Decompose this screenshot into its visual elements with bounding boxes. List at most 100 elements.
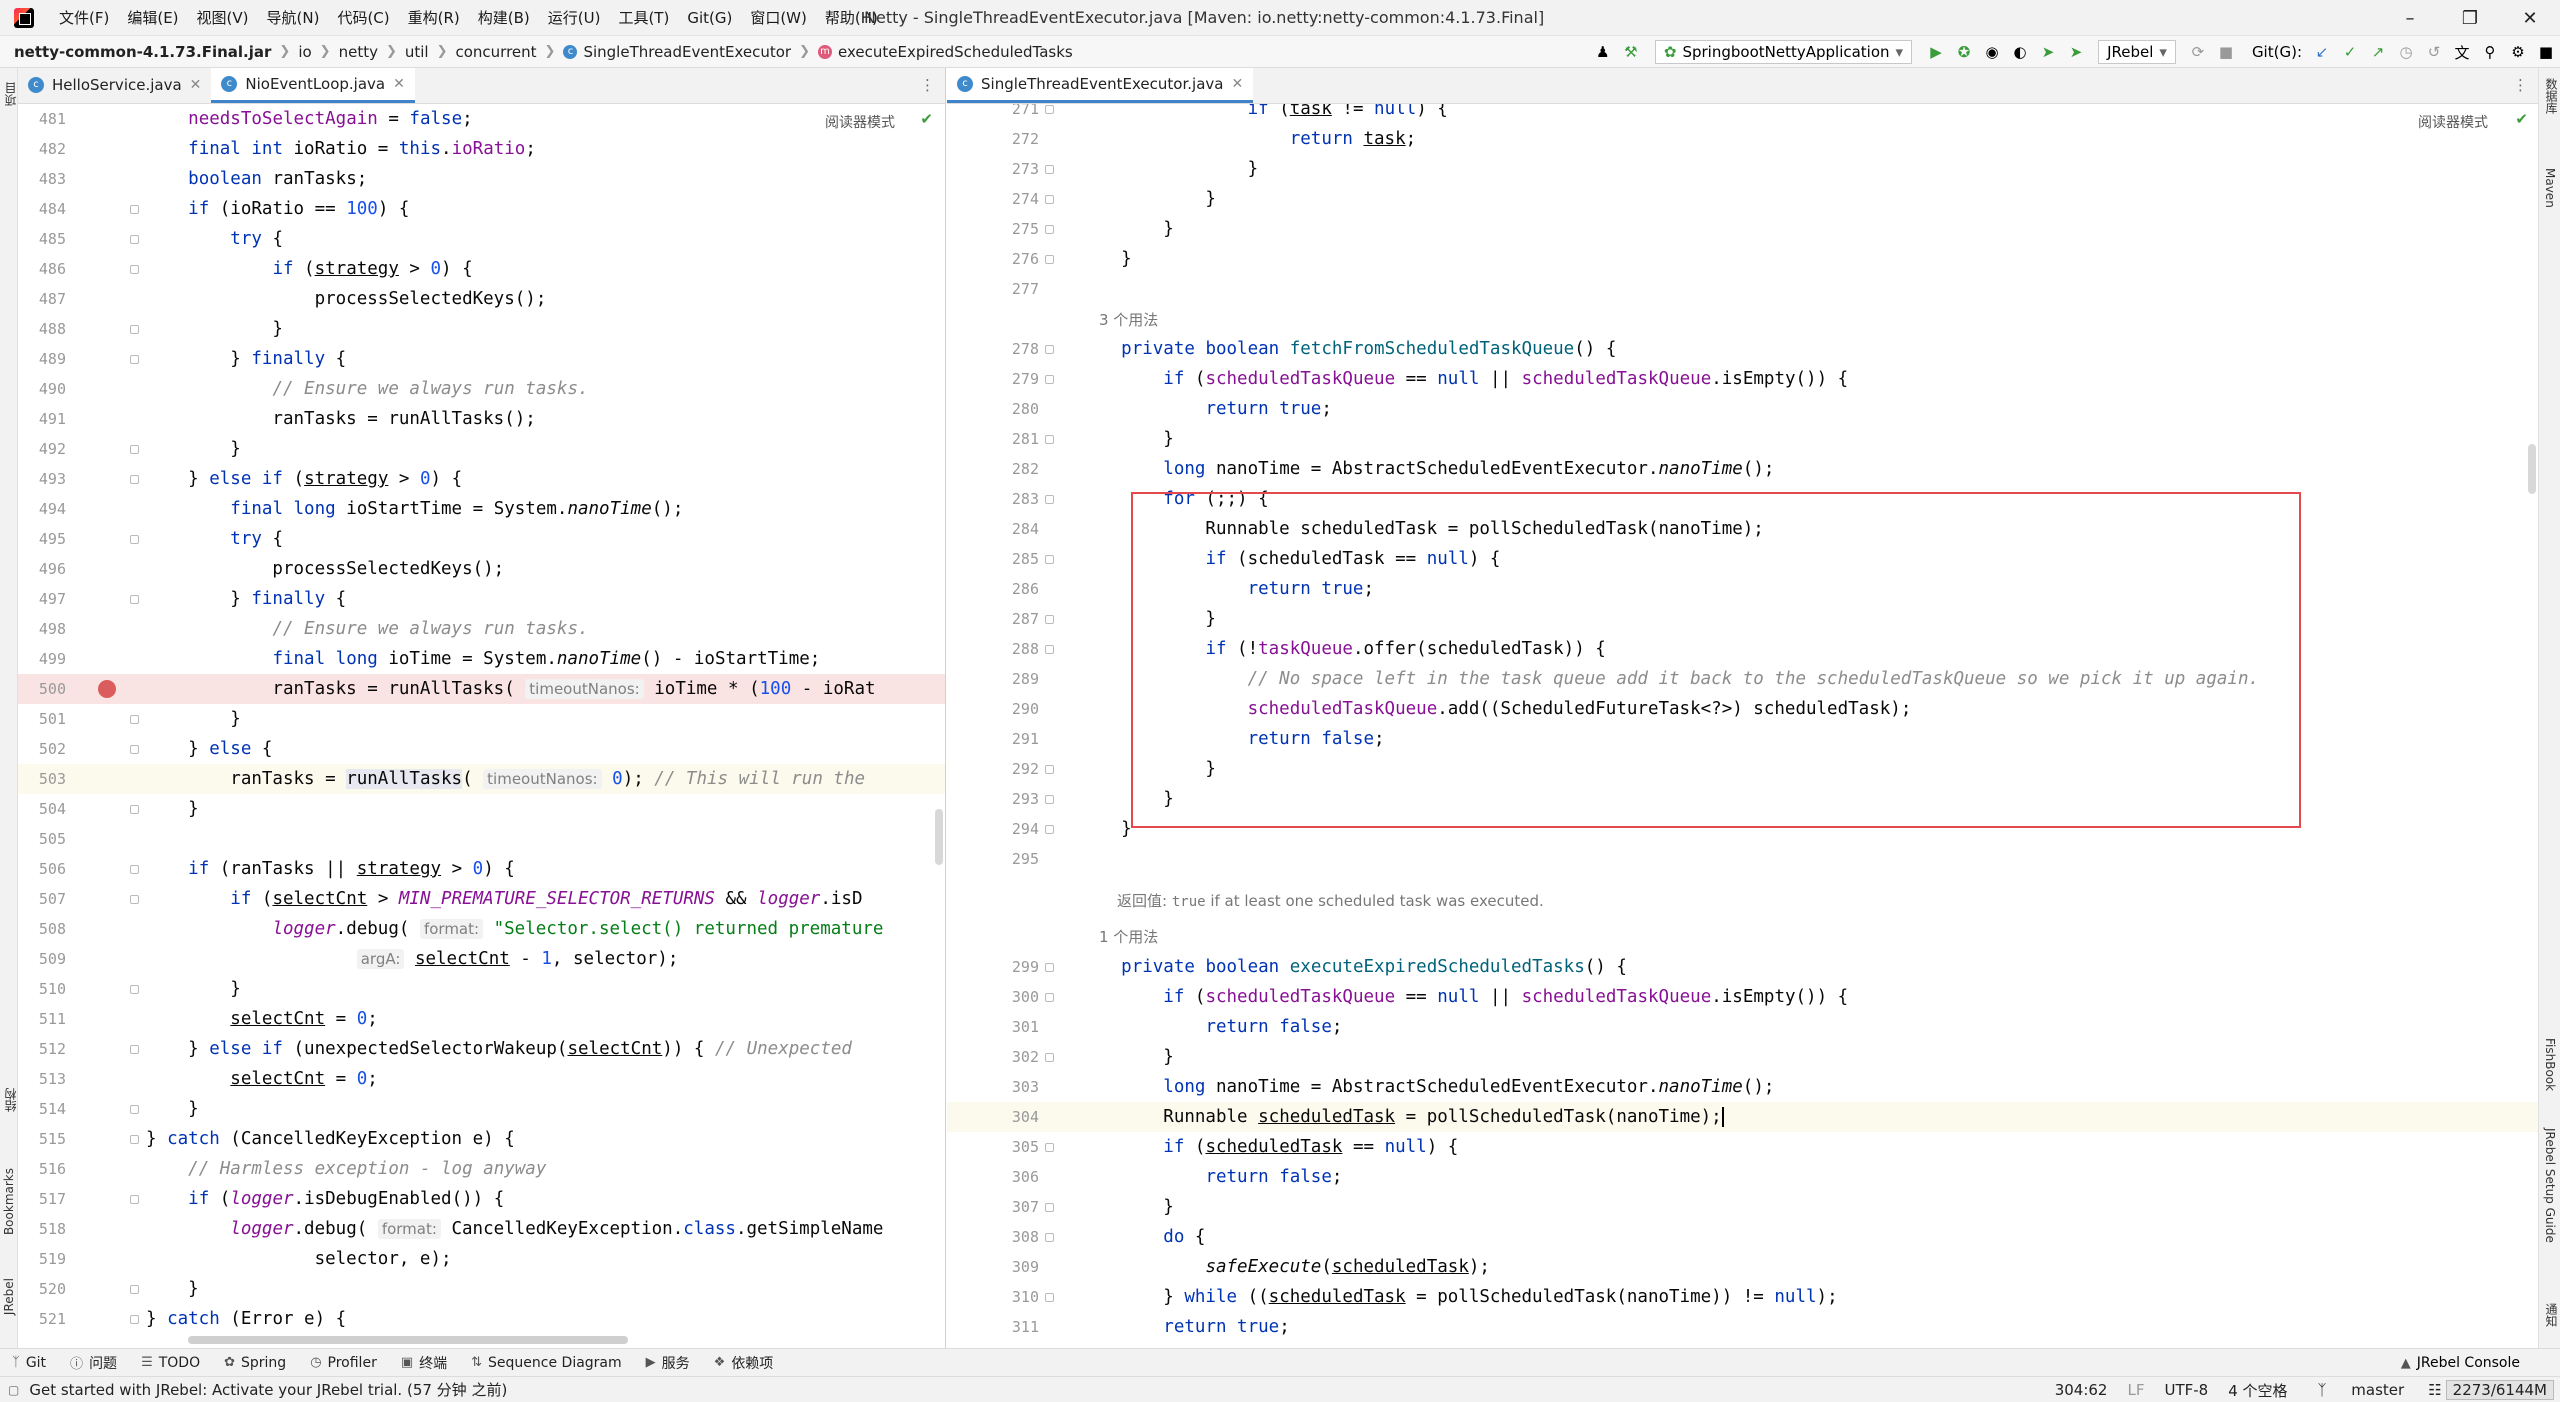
spring-tool-button[interactable]: ✿ Spring (212, 1355, 298, 1371)
menu-run[interactable]: 运行(U) (539, 7, 610, 28)
fold-marker-icon[interactable] (1045, 374, 1054, 384)
history-icon[interactable]: ◷ (2392, 40, 2420, 64)
jrebel-debug-icon[interactable]: ➤ (2062, 40, 2090, 64)
notifications-tool-button[interactable]: 通知 (2543, 1303, 2560, 1327)
fold-marker-icon[interactable] (130, 264, 139, 274)
ide-logo-icon[interactable]: ■ (2532, 40, 2560, 64)
fold-marker-icon[interactable] (130, 1284, 139, 1294)
translate-icon[interactable]: 文 (2448, 40, 2476, 64)
fold-marker-icon[interactable] (1045, 1142, 1054, 1152)
fold-marker-icon[interactable] (1045, 344, 1054, 354)
fold-marker-icon[interactable] (130, 444, 139, 454)
project-tool-button[interactable]: 项目 (2, 82, 19, 106)
fold-marker-icon[interactable] (1045, 1292, 1054, 1302)
tab-close-icon[interactable]: ✕ (393, 76, 405, 92)
restore-icon[interactable]: ❐ (2440, 0, 2500, 36)
fold-marker-icon[interactable] (1045, 434, 1054, 444)
git-commit-icon[interactable]: ✓ (2336, 40, 2364, 64)
fold-marker-icon[interactable] (130, 1134, 139, 1144)
left-code-area[interactable]: 阅读器模式 ✔ 481 needsToSelectAgain = false; … (18, 104, 945, 1348)
minimize-icon[interactable]: – (2380, 0, 2440, 36)
fold-marker-icon[interactable] (1045, 494, 1054, 504)
status-message[interactable]: Get started with JRebel: Activate your J… (29, 1379, 507, 1400)
usages-hint[interactable]: 1 个用法 (1099, 926, 1158, 947)
vertical-scrollbar[interactable] (935, 809, 943, 865)
stop-icon[interactable]: ■ (2212, 40, 2240, 64)
fold-marker-icon[interactable] (130, 234, 139, 244)
git-tool-button[interactable]: ᛉ Git (0, 1355, 58, 1371)
menu-file[interactable]: 文件(F) (50, 7, 118, 28)
tab-nio-event-loop[interactable]: c NioEventLoop.java ✕ (211, 68, 415, 103)
attach-icon[interactable]: ⟳ (2184, 40, 2212, 64)
profile-icon[interactable]: ◐ (2006, 40, 2034, 64)
structure-tool-button[interactable]: 结构 (2, 1088, 19, 1112)
profiler-tool-button[interactable]: ◷ Profiler (298, 1355, 389, 1371)
menu-navigate[interactable]: 导航(N) (258, 7, 329, 28)
tab-hello-service[interactable]: c HelloService.java ✕ (18, 68, 211, 103)
fold-marker-icon[interactable] (1045, 614, 1054, 624)
fold-marker-icon[interactable] (1045, 992, 1054, 1002)
fold-marker-icon[interactable] (1045, 962, 1054, 972)
breadcrumb-class[interactable]: c SingleThreadEventExecutor (563, 43, 791, 61)
vertical-scrollbar[interactable] (2528, 444, 2536, 494)
fold-marker-icon[interactable] (1045, 224, 1054, 234)
right-code-area[interactable]: 阅读器模式 ✔ 271 if (task != null) { 272 retu… (947, 104, 2538, 1348)
fold-marker-icon[interactable] (130, 744, 139, 754)
menu-window[interactable]: 窗口(W) (741, 7, 816, 28)
horizontal-scrollbar[interactable] (188, 1336, 628, 1344)
menu-build[interactable]: 构建(B) (469, 7, 539, 28)
fold-marker-icon[interactable] (130, 864, 139, 874)
indent-setting[interactable]: 4 个空格 (2218, 1380, 2297, 1401)
fold-marker-icon[interactable] (130, 1044, 139, 1054)
fold-marker-icon[interactable] (130, 534, 139, 544)
jrebel-setup-guide-button[interactable]: JRebel Setup Guide (2543, 1128, 2557, 1243)
breadcrumb-concurrent[interactable]: concurrent (456, 43, 537, 61)
debug-icon[interactable]: ✪ (1950, 40, 1978, 64)
sequence-diagram-tool-button[interactable]: ⇅ Sequence Diagram (459, 1355, 634, 1371)
maven-tool-button[interactable]: Maven (2543, 168, 2557, 208)
tab-more-icon[interactable]: ⋮ (920, 76, 935, 94)
todo-tool-button[interactable]: ☰ TODO (129, 1355, 212, 1371)
run-icon[interactable]: ▶ (1922, 40, 1950, 64)
git-update-icon[interactable]: ↙ (2308, 40, 2336, 64)
fold-marker-icon[interactable] (130, 894, 139, 904)
search-icon[interactable]: ⚲ (2476, 40, 2504, 64)
fold-marker-icon[interactable] (1045, 794, 1054, 804)
intellij-logo-icon[interactable] (14, 7, 34, 28)
breadcrumb-method[interactable]: m executeExpiredScheduledTasks (818, 43, 1073, 61)
rollback-icon[interactable]: ↺ (2420, 40, 2448, 64)
menu-edit[interactable]: 编辑(E) (118, 7, 187, 28)
fold-marker-icon[interactable] (1045, 644, 1054, 654)
fold-marker-icon[interactable] (130, 354, 139, 364)
terminal-tool-button[interactable]: ▣ 终端 (389, 1353, 459, 1373)
caret-position[interactable]: 304:62 (2045, 1381, 2118, 1399)
services-tool-button[interactable]: ▶ 服务 (634, 1353, 702, 1373)
breadcrumb-jar[interactable]: netty-common-4.1.73.Final.jar (14, 43, 271, 61)
fold-marker-icon[interactable] (1045, 1202, 1054, 1212)
breadcrumb-io[interactable]: io (298, 43, 311, 61)
run-config-select[interactable]: ✿ SpringbootNettyApplication ▾ (1654, 40, 1913, 64)
git-branch-widget[interactable]: ᛉ master (2298, 1381, 2425, 1399)
fold-marker-icon[interactable] (130, 1104, 139, 1114)
fold-marker-icon[interactable] (130, 804, 139, 814)
fold-marker-icon[interactable] (1045, 824, 1054, 834)
database-tool-button[interactable]: 数据库 (2543, 78, 2560, 114)
fold-marker-icon[interactable] (1045, 254, 1054, 264)
fold-marker-icon[interactable] (1045, 554, 1054, 564)
fold-marker-icon[interactable] (1045, 764, 1054, 774)
jrebel-tool-button[interactable]: JRebel (2, 1278, 16, 1315)
dependencies-tool-button[interactable]: ❖ 依赖项 (702, 1353, 786, 1373)
file-encoding[interactable]: UTF-8 (2154, 1381, 2218, 1399)
git-push-icon[interactable]: ↗ (2364, 40, 2392, 64)
coverage-icon[interactable]: ◉ (1978, 40, 2006, 64)
fold-marker-icon[interactable] (1045, 164, 1054, 174)
fold-marker-icon[interactable] (130, 984, 139, 994)
fold-marker-icon[interactable] (130, 714, 139, 724)
breadcrumb-netty[interactable]: netty (339, 43, 378, 61)
jrebel-run-icon[interactable]: ➤ (2034, 40, 2062, 64)
usages-hint[interactable]: 3 个用法 (1099, 309, 1158, 330)
fold-marker-icon[interactable] (1045, 1232, 1054, 1242)
menu-refactor[interactable]: 重构(R) (399, 7, 469, 28)
lock-icon[interactable]: ☷ (2424, 1381, 2445, 1399)
build-hammer-icon[interactable]: ⚒ (1617, 40, 1645, 64)
